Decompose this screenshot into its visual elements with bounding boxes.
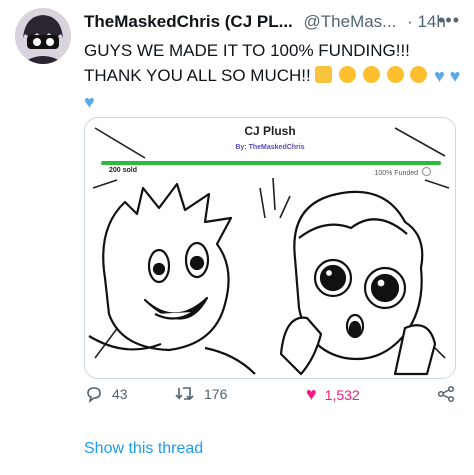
loudly-crying-face-icon [339,66,357,83]
info-icon [422,167,431,176]
heart-filled-icon: ♥ [306,384,317,404]
loudly-crying-face-icon [362,66,380,83]
reply-button[interactable]: 43 [84,384,128,404]
tweet-line-1: GUYS WE MADE IT TO 100% FUNDING!!! [84,41,410,60]
tweet-media-image[interactable]: CJ Plush By: TheMaskedChris 200 sold 100… [84,117,456,379]
author-avatar[interactable] [15,8,71,64]
blue-heart-icon: ♥ [84,92,95,112]
loudly-crying-face-icon [386,66,404,83]
sold-count: 200 sold [109,167,138,174]
blue-heart-icon: ♥ [434,66,445,86]
tweet-actions: 43 176 ♥ 1,532 [84,384,464,414]
funding-progress-fill [101,161,441,165]
reply-count: 43 [112,386,128,402]
tweet-line-2-text: THANK YOU ALL SO MUCH!! [84,66,311,85]
author-handle[interactable]: @TheMas... [304,12,397,31]
tweet-line-3: ♥ [84,89,464,115]
tweet-header: TheMaskedChris (CJ PL... @TheMas... · 14… [84,12,464,36]
party-face-icon [315,66,333,83]
funding-progress-bar [101,161,441,165]
retweet-count: 176 [204,386,228,402]
like-button[interactable]: ♥ 1,532 [306,384,360,405]
reply-icon [87,387,101,403]
show-thread-link[interactable]: Show this thread [84,440,203,458]
funded-status: 100% Funded [374,167,431,177]
tweet-line-2: THANK YOU ALL SO MUCH!! ♥ ♥ [84,63,464,89]
share-button[interactable] [436,384,456,404]
crowdfund-illustration [88,122,450,376]
more-options-icon[interactable]: ••• [438,10,460,31]
blue-heart-icon: ♥ [449,66,461,86]
share-icon [437,385,455,403]
campaign-title: CJ Plush [244,124,296,138]
like-count: 1,532 [324,386,360,403]
campaign-author: By: TheMaskedChris [235,144,305,151]
tweet-text: GUYS WE MADE IT TO 100% FUNDING!!! THANK… [84,38,464,115]
author-name[interactable]: TheMaskedChris (CJ PL... [84,12,293,31]
pleading-face-icon [410,66,428,83]
retweet-icon [175,387,194,401]
funded-label: 100% Funded [374,170,419,177]
retweet-button[interactable]: 176 [174,384,227,404]
